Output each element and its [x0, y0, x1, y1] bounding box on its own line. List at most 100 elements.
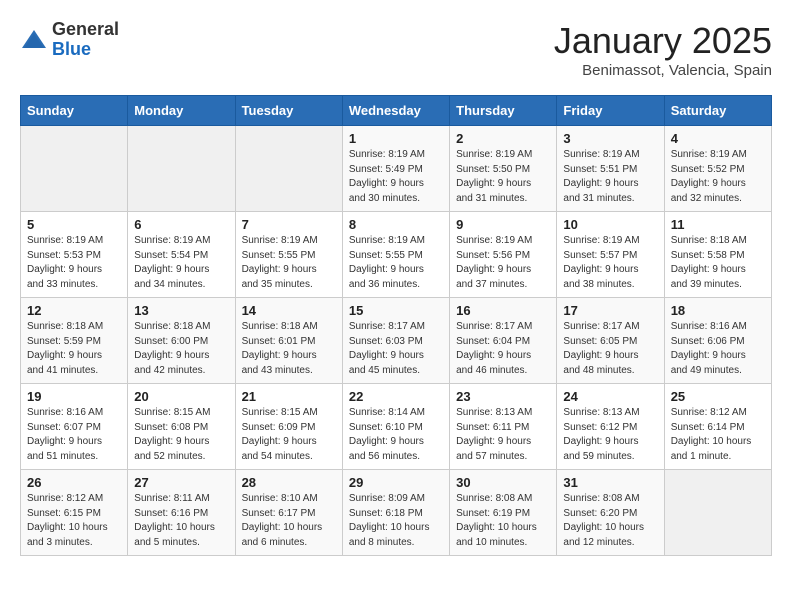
calendar-header: SundayMondayTuesdayWednesdayThursdayFrid… — [21, 96, 772, 126]
page-header: General Blue January 2025 Benimassot, Va… — [20, 20, 772, 79]
calendar-week-row: 5Sunrise: 8:19 AM Sunset: 5:53 PM Daylig… — [21, 212, 772, 298]
day-number: 11 — [671, 217, 765, 232]
day-number: 1 — [349, 131, 443, 146]
calendar-cell: 10 Sunrise: 8:19 AM Sunset: 5:57 PM Dayli… — [557, 212, 664, 298]
weekday-header: Saturday — [664, 96, 771, 126]
day-number: 31 — [563, 475, 657, 490]
calendar-cell: 20 Sunrise: 8:15 AM Sunset: 6:08 PM Dayli… — [128, 384, 235, 470]
location: Benimassot, Valencia, Spain — [554, 62, 772, 79]
calendar-cell: 12 Sunrise: 8:18 AM Sunset: 5:59 PM Dayli… — [21, 298, 128, 384]
calendar-table: SundayMondayTuesdayWednesdayThursdayFrid… — [20, 95, 772, 556]
day-info: Sunrise: 8:19 AM Sunset: 5:52 PM Dayligh… — [671, 148, 765, 206]
calendar-cell: 6 Sunrise: 8:19 AM Sunset: 5:54 PM Daylig… — [128, 212, 235, 298]
month-title: January 2025 — [554, 20, 772, 62]
day-number: 18 — [671, 303, 765, 318]
day-info: Sunrise: 8:15 AM Sunset: 6:09 PM Dayligh… — [242, 406, 336, 464]
day-number: 4 — [671, 131, 765, 146]
calendar-cell: 15 Sunrise: 8:17 AM Sunset: 6:03 PM Dayli… — [342, 298, 449, 384]
weekday-header: Sunday — [21, 96, 128, 126]
day-info: Sunrise: 8:16 AM Sunset: 6:06 PM Dayligh… — [671, 320, 765, 378]
day-number: 2 — [456, 131, 550, 146]
calendar-cell: 5Sunrise: 8:19 AM Sunset: 5:53 PM Daylig… — [21, 212, 128, 298]
calendar-cell: 1 Sunrise: 8:19 AM Sunset: 5:49 PM Daylig… — [342, 126, 449, 212]
day-info: Sunrise: 8:18 AM Sunset: 6:00 PM Dayligh… — [134, 320, 228, 378]
day-info: Sunrise: 8:12 AM Sunset: 6:14 PM Dayligh… — [671, 406, 765, 464]
calendar-week-row: 1 Sunrise: 8:19 AM Sunset: 5:49 PM Daylig… — [21, 126, 772, 212]
calendar-cell: 28Sunrise: 8:10 AM Sunset: 6:17 PM Dayli… — [235, 470, 342, 556]
day-info: Sunrise: 8:19 AM Sunset: 5:54 PM Dayligh… — [134, 234, 228, 292]
day-info: Sunrise: 8:17 AM Sunset: 6:03 PM Dayligh… — [349, 320, 443, 378]
day-info: Sunrise: 8:13 AM Sunset: 6:11 PM Dayligh… — [456, 406, 550, 464]
logo-blue: Blue — [52, 40, 119, 60]
calendar-cell: 19Sunrise: 8:16 AM Sunset: 6:07 PM Dayli… — [21, 384, 128, 470]
calendar-cell — [128, 126, 235, 212]
day-info: Sunrise: 8:19 AM Sunset: 5:49 PM Dayligh… — [349, 148, 443, 206]
calendar-cell: 23Sunrise: 8:13 AM Sunset: 6:11 PM Dayli… — [450, 384, 557, 470]
day-number: 29 — [349, 475, 443, 490]
day-info: Sunrise: 8:19 AM Sunset: 5:51 PM Dayligh… — [563, 148, 657, 206]
day-number: 30 — [456, 475, 550, 490]
calendar-cell — [21, 126, 128, 212]
day-number: 3 — [563, 131, 657, 146]
calendar-cell: 18 Sunrise: 8:16 AM Sunset: 6:06 PM Dayli… — [664, 298, 771, 384]
calendar-cell: 24Sunrise: 8:13 AM Sunset: 6:12 PM Dayli… — [557, 384, 664, 470]
calendar-cell: 25 Sunrise: 8:12 AM Sunset: 6:14 PM Dayli… — [664, 384, 771, 470]
calendar-cell: 26 Sunrise: 8:12 AM Sunset: 6:15 PM Dayli… — [21, 470, 128, 556]
day-number: 15 — [349, 303, 443, 318]
weekday-header: Tuesday — [235, 96, 342, 126]
day-number: 20 — [134, 389, 228, 404]
day-number: 10 — [563, 217, 657, 232]
day-info: Sunrise: 8:18 AM Sunset: 5:59 PM Dayligh… — [27, 320, 121, 378]
logo-icon — [20, 26, 48, 54]
day-info: Sunrise: 8:19 AM Sunset: 5:53 PM Dayligh… — [27, 234, 121, 292]
day-number: 8 — [349, 217, 443, 232]
day-info: Sunrise: 8:13 AM Sunset: 6:12 PM Dayligh… — [563, 406, 657, 464]
calendar-cell: 4 Sunrise: 8:19 AM Sunset: 5:52 PM Daylig… — [664, 126, 771, 212]
day-number: 16 — [456, 303, 550, 318]
calendar-cell: 7Sunrise: 8:19 AM Sunset: 5:55 PM Daylig… — [235, 212, 342, 298]
day-number: 12 — [27, 303, 121, 318]
day-number: 7 — [242, 217, 336, 232]
calendar-cell: 21 Sunrise: 8:15 AM Sunset: 6:09 PM Dayli… — [235, 384, 342, 470]
weekday-header: Wednesday — [342, 96, 449, 126]
calendar-cell: 22Sunrise: 8:14 AM Sunset: 6:10 PM Dayli… — [342, 384, 449, 470]
calendar-cell: 2Sunrise: 8:19 AM Sunset: 5:50 PM Daylig… — [450, 126, 557, 212]
day-number: 19 — [27, 389, 121, 404]
logo: General Blue — [20, 20, 119, 60]
calendar-cell: 9Sunrise: 8:19 AM Sunset: 5:56 PM Daylig… — [450, 212, 557, 298]
title-block: January 2025 Benimassot, Valencia, Spain — [554, 20, 772, 79]
calendar-week-row: 19Sunrise: 8:16 AM Sunset: 6:07 PM Dayli… — [21, 384, 772, 470]
calendar-cell: 29 Sunrise: 8:09 AM Sunset: 6:18 PM Dayli… — [342, 470, 449, 556]
calendar-cell — [664, 470, 771, 556]
calendar-cell: 30 Sunrise: 8:08 AM Sunset: 6:19 PM Dayli… — [450, 470, 557, 556]
day-number: 17 — [563, 303, 657, 318]
calendar-cell: 11 Sunrise: 8:18 AM Sunset: 5:58 PM Dayli… — [664, 212, 771, 298]
calendar-week-row: 26 Sunrise: 8:12 AM Sunset: 6:15 PM Dayli… — [21, 470, 772, 556]
weekday-header: Thursday — [450, 96, 557, 126]
day-info: Sunrise: 8:08 AM Sunset: 6:19 PM Dayligh… — [456, 492, 550, 550]
calendar-body: 1 Sunrise: 8:19 AM Sunset: 5:49 PM Daylig… — [21, 126, 772, 556]
day-info: Sunrise: 8:12 AM Sunset: 6:15 PM Dayligh… — [27, 492, 121, 550]
day-info: Sunrise: 8:14 AM Sunset: 6:10 PM Dayligh… — [349, 406, 443, 464]
calendar-cell: 31 Sunrise: 8:08 AM Sunset: 6:20 PM Dayli… — [557, 470, 664, 556]
calendar-cell: 8 Sunrise: 8:19 AM Sunset: 5:55 PM Daylig… — [342, 212, 449, 298]
day-info: Sunrise: 8:08 AM Sunset: 6:20 PM Dayligh… — [563, 492, 657, 550]
day-number: 25 — [671, 389, 765, 404]
calendar-cell: 27Sunrise: 8:11 AM Sunset: 6:16 PM Dayli… — [128, 470, 235, 556]
day-number: 28 — [242, 475, 336, 490]
calendar-cell: 16Sunrise: 8:17 AM Sunset: 6:04 PM Dayli… — [450, 298, 557, 384]
calendar-cell: 14Sunrise: 8:18 AM Sunset: 6:01 PM Dayli… — [235, 298, 342, 384]
weekday-header-row: SundayMondayTuesdayWednesdayThursdayFrid… — [21, 96, 772, 126]
day-number: 21 — [242, 389, 336, 404]
day-info: Sunrise: 8:19 AM Sunset: 5:55 PM Dayligh… — [349, 234, 443, 292]
day-info: Sunrise: 8:09 AM Sunset: 6:18 PM Dayligh… — [349, 492, 443, 550]
day-number: 6 — [134, 217, 228, 232]
day-info: Sunrise: 8:11 AM Sunset: 6:16 PM Dayligh… — [134, 492, 228, 550]
day-number: 26 — [27, 475, 121, 490]
day-info: Sunrise: 8:15 AM Sunset: 6:08 PM Dayligh… — [134, 406, 228, 464]
logo-general: General — [52, 20, 119, 40]
day-info: Sunrise: 8:18 AM Sunset: 5:58 PM Dayligh… — [671, 234, 765, 292]
logo-text: General Blue — [52, 20, 119, 60]
calendar-cell: 17Sunrise: 8:17 AM Sunset: 6:05 PM Dayli… — [557, 298, 664, 384]
day-info: Sunrise: 8:19 AM Sunset: 5:57 PM Dayligh… — [563, 234, 657, 292]
